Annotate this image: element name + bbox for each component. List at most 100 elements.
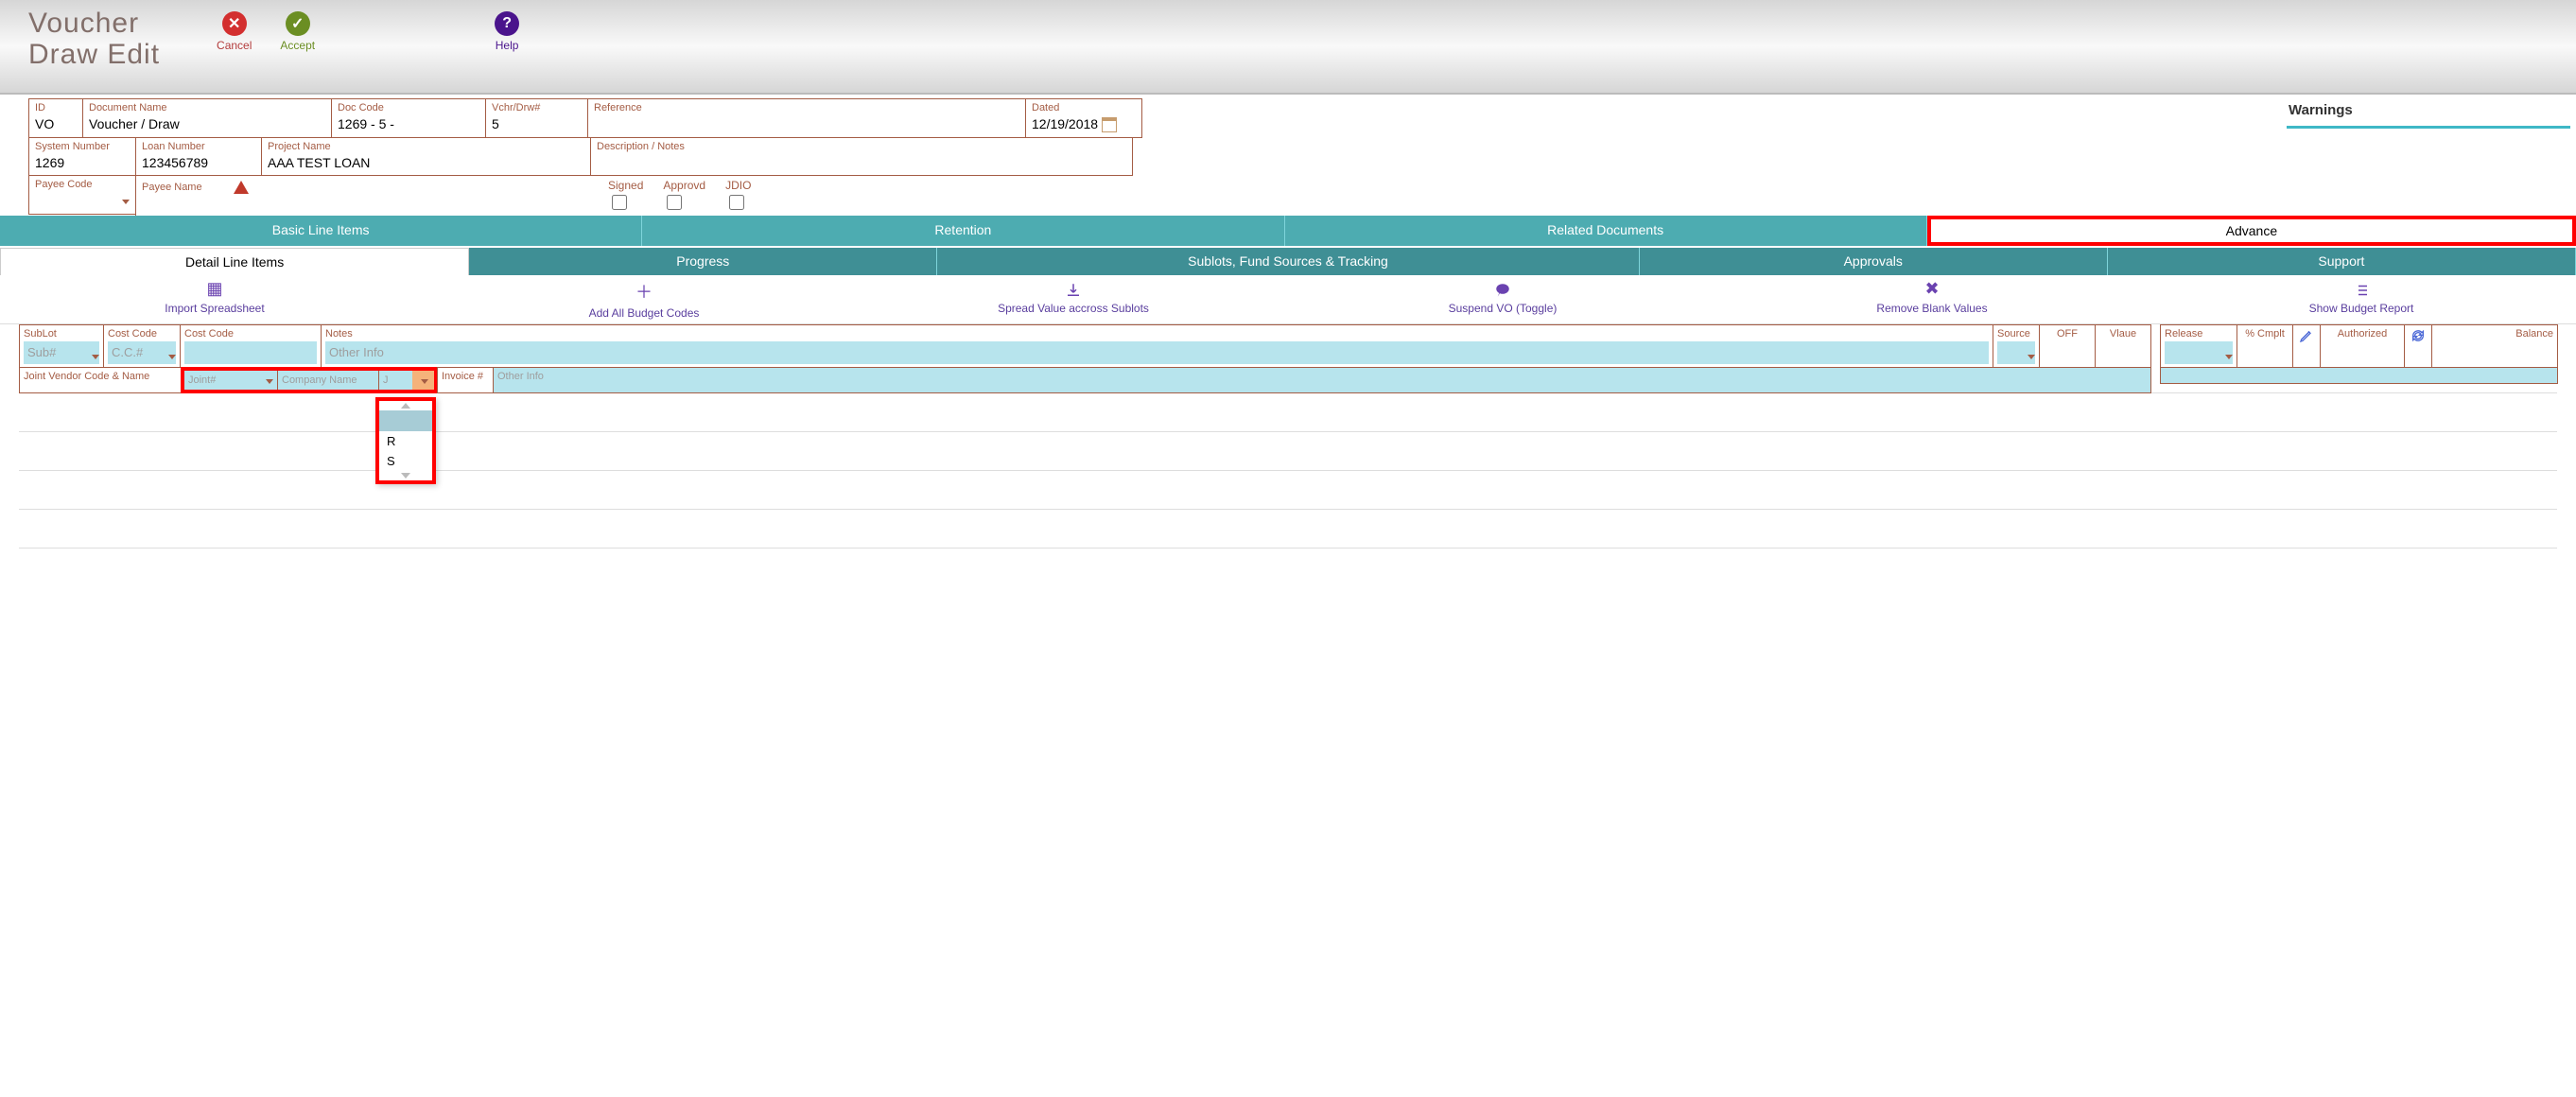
doccode-label: Doc Code bbox=[338, 102, 479, 113]
signed-flag: Signed bbox=[600, 175, 656, 217]
j-type-dropdown: R S bbox=[375, 397, 436, 484]
approvd-checkbox[interactable] bbox=[667, 195, 682, 210]
costcode1-input[interactable]: C.C.# bbox=[108, 341, 176, 364]
id-value: VO bbox=[35, 116, 77, 131]
col-refresh-icon[interactable] bbox=[2404, 324, 2432, 368]
chevron-down-icon[interactable] bbox=[168, 355, 176, 359]
off-label: OFF bbox=[2057, 328, 2078, 340]
joint-vendor-label-cell: Joint Vendor Code & Name bbox=[19, 367, 182, 393]
add-all-budget-codes-button[interactable]: ＋ Add All Budget Codes bbox=[429, 275, 859, 323]
dropdown-option-s[interactable]: S bbox=[379, 451, 432, 471]
col-sublot[interactable]: SubLot Sub# bbox=[19, 324, 104, 368]
chevron-down-icon[interactable] bbox=[2225, 355, 2233, 359]
refresh-icon bbox=[2411, 328, 2426, 343]
suspend-vo-button[interactable]: Suspend VO (Toggle) bbox=[1288, 275, 1717, 323]
payeecode-label: Payee Code bbox=[35, 179, 130, 190]
col-edit-icon[interactable] bbox=[2292, 324, 2321, 368]
payeename-cell[interactable]: Payee Name bbox=[135, 175, 583, 217]
chevron-down-icon[interactable] bbox=[92, 355, 99, 359]
notes-label: Notes bbox=[325, 328, 353, 340]
grid-row-empty[interactable] bbox=[19, 510, 2557, 548]
id-label: ID bbox=[35, 102, 77, 113]
sublot-input[interactable]: Sub# bbox=[24, 341, 99, 364]
tab-related-documents[interactable]: Related Documents bbox=[1285, 216, 1927, 246]
accept-button[interactable]: ✓ Accept bbox=[280, 11, 315, 52]
alert-icon bbox=[234, 181, 249, 194]
tab-support[interactable]: Support bbox=[2108, 248, 2576, 275]
authorized-label: Authorized bbox=[2338, 328, 2388, 340]
desc-cell[interactable]: Description / Notes bbox=[590, 137, 1133, 176]
tab-progress[interactable]: Progress bbox=[469, 248, 937, 275]
tab-detail-line-items[interactable]: Detail Line Items bbox=[0, 248, 469, 275]
tab-approvals[interactable]: Approvals bbox=[1640, 248, 2108, 275]
cancel-button[interactable]: ✕ Cancel bbox=[217, 11, 252, 52]
chevron-down-icon[interactable] bbox=[266, 379, 273, 384]
budget-label: Show Budget Report bbox=[2309, 302, 2414, 315]
joint-number-input[interactable]: Joint# bbox=[184, 371, 278, 390]
show-budget-report-button[interactable]: Show Budget Report bbox=[2147, 275, 2576, 323]
chevron-down-icon[interactable] bbox=[421, 379, 428, 384]
import-label: Import Spreadsheet bbox=[165, 302, 264, 315]
vlaue-label: Vlaue bbox=[2110, 328, 2136, 340]
header-row-2: System Number 1269 Loan Number 123456789… bbox=[28, 137, 2279, 175]
tab-retention[interactable]: Retention bbox=[642, 216, 1284, 246]
scroll-up-icon[interactable] bbox=[401, 403, 410, 409]
release-input[interactable] bbox=[2165, 341, 2233, 364]
col-costcode1[interactable]: Cost Code C.C.# bbox=[103, 324, 181, 368]
signed-label: Signed bbox=[608, 179, 643, 192]
spread-value-button[interactable]: Spread Value accross Sublots bbox=[859, 275, 1288, 323]
dated-cell[interactable]: Dated 12/19/2018 bbox=[1025, 98, 1142, 138]
calendar-icon[interactable] bbox=[1102, 117, 1117, 132]
dropdown-option-r[interactable]: R bbox=[379, 431, 432, 451]
col-cmplt: % Cmplt bbox=[2237, 324, 2293, 368]
jdio-label: JDIO bbox=[725, 179, 751, 192]
costcode2-input[interactable] bbox=[184, 341, 317, 364]
reference-cell[interactable]: Reference bbox=[587, 98, 1026, 138]
tab-advance[interactable]: Advance bbox=[1927, 216, 2576, 246]
dropdown-blank-option[interactable] bbox=[379, 410, 432, 431]
tab-sublots[interactable]: Sublots, Fund Sources & Tracking bbox=[937, 248, 1639, 275]
doccode-value: 1269 - 5 - bbox=[338, 116, 479, 131]
pencil-icon bbox=[2299, 328, 2314, 343]
vdrw-label: Vchr/Drw# bbox=[492, 102, 582, 113]
suspend-label: Suspend VO (Toggle) bbox=[1449, 302, 1558, 315]
jdio-flag: JDIO bbox=[718, 175, 764, 217]
remove-blank-values-button[interactable]: ✖ Remove Blank Values bbox=[1717, 275, 2147, 323]
notes-input[interactable]: Other Info bbox=[325, 341, 1989, 364]
primary-tabs: Basic Line Items Retention Related Docum… bbox=[0, 216, 2576, 246]
j-type-select[interactable]: J R S bbox=[379, 371, 434, 390]
col-release[interactable]: Release bbox=[2160, 324, 2237, 368]
sysnum-value: 1269 bbox=[35, 155, 130, 170]
source-input[interactable] bbox=[1997, 341, 2035, 364]
signed-checkbox[interactable] bbox=[612, 195, 627, 210]
col-source[interactable]: Source bbox=[1993, 324, 2040, 368]
addall-label: Add All Budget Codes bbox=[589, 306, 700, 320]
invoice-input[interactable]: Other Info bbox=[493, 367, 2151, 393]
projname-cell: Project Name AAA TEST LOAN bbox=[261, 137, 591, 176]
plus-icon: ＋ bbox=[429, 279, 859, 304]
right-jv-spacer bbox=[2160, 367, 2558, 384]
loannum-cell: Loan Number 123456789 bbox=[135, 137, 262, 176]
costcode2-label: Cost Code bbox=[184, 328, 234, 340]
help-button[interactable]: ? Help bbox=[495, 11, 519, 52]
chevron-down-icon[interactable] bbox=[2028, 355, 2035, 359]
help-icon: ? bbox=[495, 11, 519, 36]
vdrw-cell: Vchr/Drw# 5 bbox=[485, 98, 588, 138]
jdio-checkbox[interactable] bbox=[729, 195, 744, 210]
approvd-label: Approvd bbox=[663, 179, 705, 192]
close-icon: ✖ bbox=[1717, 279, 2147, 299]
chevron-down-icon[interactable] bbox=[122, 200, 130, 204]
tab-basic-line-items[interactable]: Basic Line Items bbox=[0, 216, 642, 246]
chat-icon bbox=[1288, 279, 1717, 299]
projname-value: AAA TEST LOAN bbox=[268, 155, 584, 170]
payeename-label: Payee Name bbox=[142, 182, 202, 193]
import-spreadsheet-button[interactable]: ▦ Import Spreadsheet bbox=[0, 275, 429, 323]
warnings-title: Warnings bbox=[2287, 98, 2570, 122]
scroll-down-icon[interactable] bbox=[401, 473, 410, 479]
invoice-label-cell: Invoice # bbox=[437, 367, 494, 393]
company-name-input[interactable]: Company Name bbox=[278, 371, 379, 390]
sublot-label: SubLot bbox=[24, 328, 57, 340]
payeecode-cell[interactable]: Payee Code bbox=[28, 175, 136, 215]
loannum-label: Loan Number bbox=[142, 141, 255, 152]
projname-label: Project Name bbox=[268, 141, 584, 152]
